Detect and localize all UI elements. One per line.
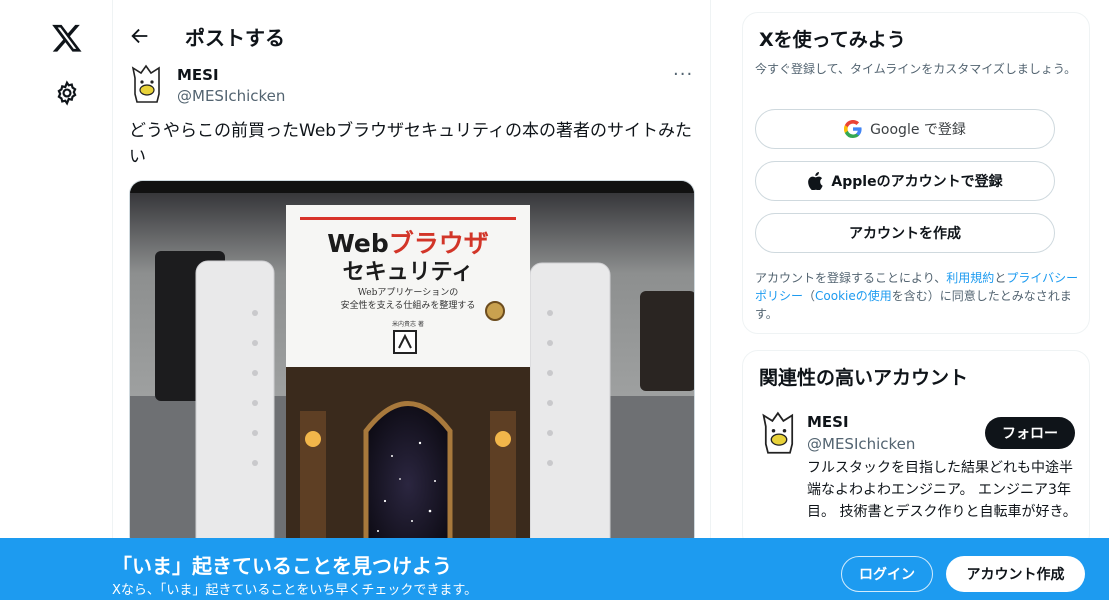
banner-subtitle: Xなら、「いま」起きていることをいち早くチェックできます。 — [112, 583, 478, 598]
banner-title: 「いま」起きていることを見つけよう — [112, 554, 452, 578]
apple-signup-label: Appleのアカウントで登録 — [831, 174, 1003, 190]
signup-card-subtitle: 今すぐ登録して、タイムラインをカスタマイズしましょう。 — [755, 62, 1077, 76]
post-text: どうやらこの前買ったWebブラウザセキュリティの本の著者のサイトみたい — [129, 121, 693, 167]
book-title-main: ブラウザ — [389, 229, 489, 258]
related-accounts-title: 関連性の高いアカウント — [759, 367, 969, 389]
post-column: ポストする MESI @MESIchicken ··· どうやらこの前買ったWe… — [112, 0, 711, 600]
book-title-line2: セキュリティ — [343, 260, 474, 285]
more-options-icon[interactable]: ··· — [673, 64, 693, 85]
signup-banner: 「いま」起きていることを見つけよう Xなら、「いま」起きていることをいち早くチェ… — [0, 538, 1109, 600]
book-author: 米内貴志 著 — [392, 320, 424, 328]
page-title: ポストする — [185, 26, 285, 50]
svg-text:Webブラウザ: Webブラウザ — [327, 229, 489, 258]
x-logo-icon[interactable] — [51, 22, 83, 54]
related-account-handle[interactable]: @MESIchicken — [807, 435, 915, 453]
author-name[interactable]: MESI — [177, 66, 219, 84]
related-account-avatar[interactable] — [759, 411, 799, 455]
related-account-name[interactable]: MESI — [807, 413, 849, 431]
follow-button[interactable]: フォロー — [985, 417, 1075, 449]
book-subtitle-2: 安全性を支える仕組みを整理する — [341, 299, 476, 311]
author-avatar[interactable] — [129, 64, 165, 104]
signup-card-title: Xを使ってみよう — [759, 29, 906, 51]
book-title-prefix: Web — [327, 229, 389, 258]
related-accounts-card: 関連性の高いアカウント MESI @MESIchicken フォロー フルスタッ… — [742, 350, 1090, 550]
create-account-button[interactable]: アカウントを作成 — [755, 213, 1055, 253]
apple-signup-button[interactable]: Appleのアカウントで登録 — [755, 161, 1055, 201]
signup-button[interactable]: アカウント作成 — [946, 556, 1085, 592]
legal-open: （ — [803, 289, 816, 303]
book-subtitle-1: Webアプリケーションの — [358, 287, 458, 298]
post-header: ポストする — [113, 0, 712, 72]
google-signup-label: Google で登録 — [870, 122, 966, 138]
legal-text: アカウントを登録することにより、利用規約とプライバシーポリシー（Cookieの使… — [755, 269, 1085, 323]
terms-link[interactable]: 利用規約 — [946, 271, 994, 285]
create-account-label: アカウントを作成 — [849, 226, 961, 242]
left-nav — [0, 0, 112, 600]
arrow-left-icon[interactable] — [129, 25, 151, 47]
author-handle[interactable]: @MESIchicken — [177, 87, 285, 105]
signup-card: Xを使ってみよう 今すぐ登録して、タイムラインをカスタマイズしましょう。 Goo… — [742, 12, 1090, 334]
legal-and: と — [994, 271, 1007, 285]
post-image[interactable]: Webブラウザ セキュリティ Webアプリケーションの 安全性を支える仕組みを整… — [129, 180, 695, 550]
apple-icon — [808, 172, 824, 190]
cookie-link[interactable]: Cookieの使用 — [815, 289, 892, 303]
google-icon — [844, 120, 862, 138]
related-account-bio: フルスタックを目指した結果どれも中途半端なよわよわエンジニア。 エンジニア3年目… — [807, 460, 1077, 520]
login-button[interactable]: ログイン — [841, 556, 933, 592]
post-image-illustration: Webブラウザ セキュリティ Webアプリケーションの 安全性を支える仕組みを整… — [130, 181, 694, 549]
gear-icon[interactable] — [54, 80, 80, 106]
legal-text-1: アカウントを登録することにより、 — [755, 271, 947, 285]
google-signup-button[interactable]: Google で登録 — [755, 109, 1055, 149]
